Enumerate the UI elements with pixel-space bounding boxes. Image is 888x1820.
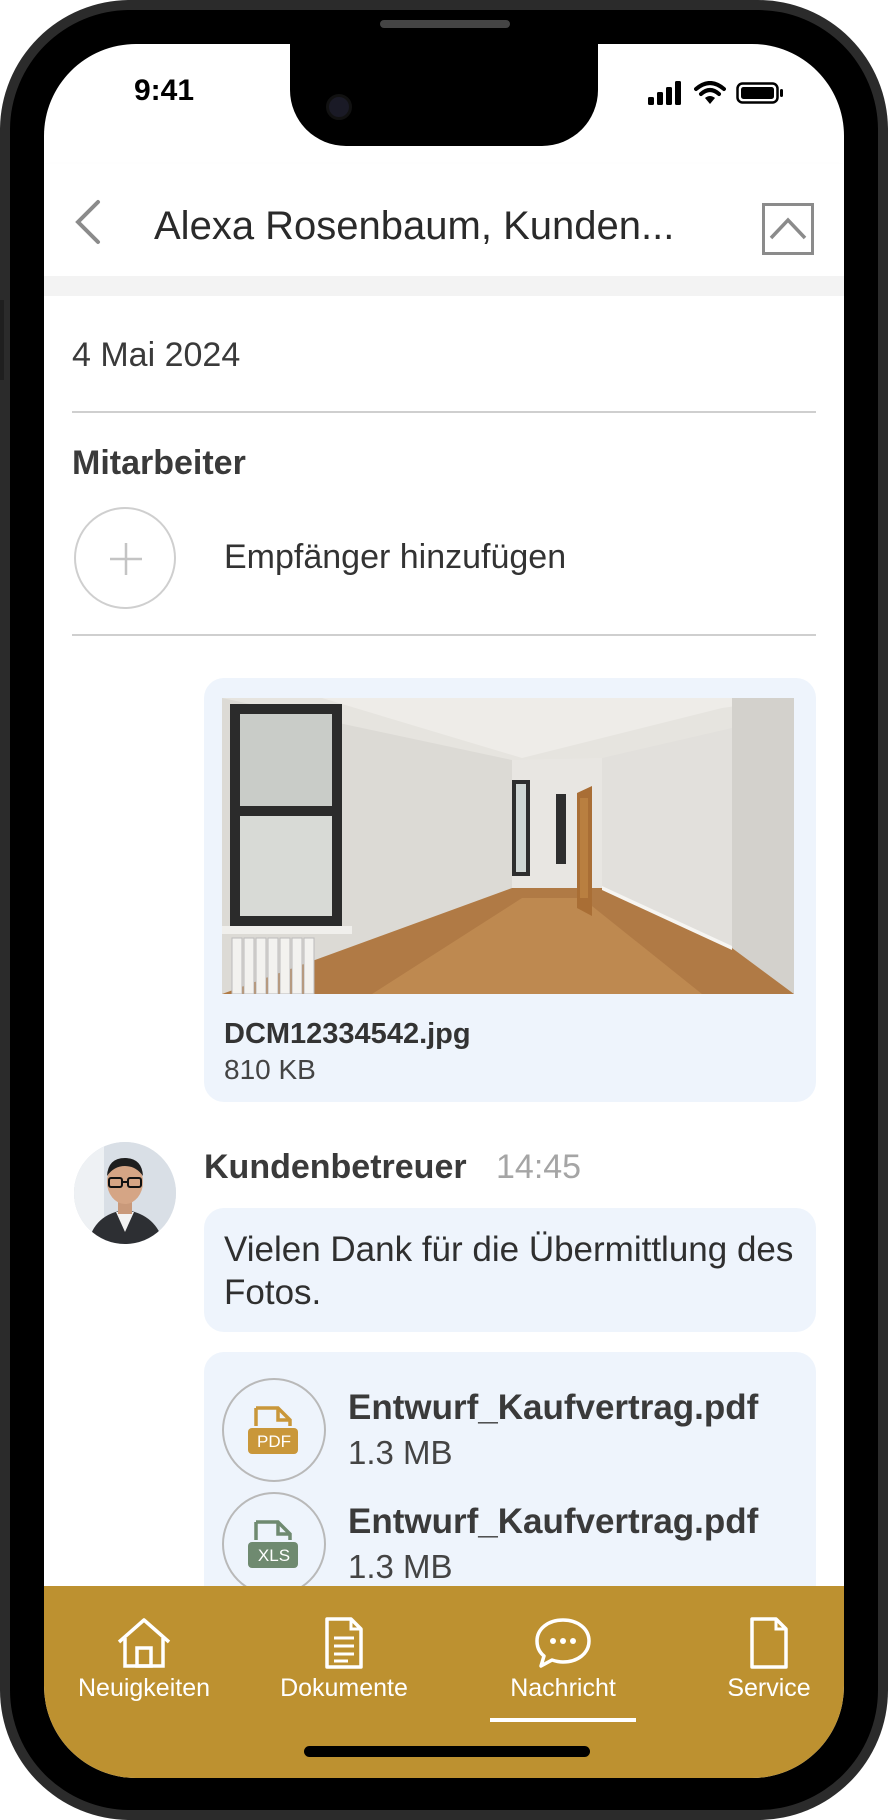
photo-file-size: 810 KB — [224, 1054, 316, 1085]
tab-service[interactable]: Service — [669, 1616, 844, 1716]
attachment-size: 1.3 MB — [348, 1434, 453, 1471]
home-indicator — [304, 1746, 590, 1757]
chevron-left-icon — [75, 200, 100, 244]
back-button[interactable] — [68, 198, 112, 246]
file-icon — [750, 1617, 788, 1669]
room-photo[interactable] — [222, 698, 794, 994]
document-icon — [325, 1617, 363, 1669]
chevron-up-icon — [769, 217, 807, 240]
sender-name: Kundenbetreuer — [204, 1148, 467, 1186]
mute-switch — [0, 300, 4, 380]
pdf-icon — [248, 1406, 298, 1454]
active-tab-indicator — [490, 1718, 636, 1722]
tab-neuigkeiten[interactable]: Neuigkeiten — [44, 1616, 244, 1716]
front-camera — [326, 94, 352, 120]
message-time: 14:45 — [496, 1148, 582, 1186]
tab-dokumente[interactable]: Dokumente — [244, 1616, 444, 1716]
pdf-file-icon: PDF — [222, 1378, 326, 1482]
chat-icon — [535, 1618, 591, 1668]
divider — [72, 411, 816, 413]
speaker-slit — [380, 20, 510, 28]
status-time: 9:41 — [134, 74, 195, 107]
wifi-icon — [694, 81, 726, 104]
conversation-title: Alexa Rosenbaum, Kunden... — [154, 204, 675, 248]
navigation-header: Alexa Rosenbaum, Kunden... — [44, 164, 844, 276]
message-text: Vielen Dank für die Übermittlung des Fot… — [224, 1230, 794, 1312]
battery-icon — [736, 82, 783, 104]
person-portrait — [74, 1142, 176, 1244]
tab-label: Dokumente — [280, 1674, 408, 1702]
cellular-signal-icon — [648, 81, 681, 105]
tab-label: Nachricht — [510, 1674, 616, 1702]
home-icon — [117, 1618, 171, 1668]
room-photo-image — [222, 698, 794, 994]
file-type-label: XLS — [257, 1546, 291, 1565]
status-icons — [648, 81, 784, 105]
xls-file-icon: XLS — [222, 1492, 326, 1596]
attachment-item[interactable]: PDF Entwurf_Kaufvertrag.pdf 1.3 MB — [222, 1378, 802, 1484]
section-title: Mitarbeiter — [72, 444, 246, 482]
phone-frame: 9:41 Alexa Rosenbaum, Kunden... 4 Mai 20… — [0, 0, 888, 1820]
photo-message-bubble[interactable]: DCM12334542.jpg 810 KB — [204, 678, 816, 1102]
notch — [290, 44, 598, 146]
attachment-item[interactable]: XLS Entwurf_Kaufvertrag.pdf 1.3 MB — [222, 1492, 802, 1598]
add-recipient-button[interactable] — [74, 507, 176, 609]
collapse-button[interactable] — [762, 203, 814, 255]
tab-label: Neuigkeiten — [77, 1674, 211, 1702]
header-shadow-strip — [44, 276, 844, 296]
photo-file-name: DCM12334542.jpg — [224, 1018, 471, 1050]
attachment-size: 1.3 MB — [348, 1548, 453, 1585]
text-message-bubble: Vielen Dank für die Übermittlung des Fot… — [204, 1208, 816, 1332]
conversation-date: 4 Mai 2024 — [72, 336, 241, 374]
avatar — [74, 1142, 176, 1244]
screen: 9:41 Alexa Rosenbaum, Kunden... 4 Mai 20… — [44, 44, 844, 1778]
xls-icon — [248, 1520, 298, 1568]
add-recipient-label[interactable]: Empfänger hinzufügen — [224, 538, 566, 577]
tab-label: Service — [727, 1674, 811, 1702]
attachment-name: Entwurf_Kaufvertrag.pdf — [348, 1502, 759, 1541]
divider — [72, 634, 816, 636]
plus-icon — [110, 543, 142, 575]
file-type-label: PDF — [257, 1432, 291, 1451]
attachment-name: Entwurf_Kaufvertrag.pdf — [348, 1388, 759, 1427]
tab-nachricht[interactable]: Nachricht — [463, 1616, 663, 1716]
